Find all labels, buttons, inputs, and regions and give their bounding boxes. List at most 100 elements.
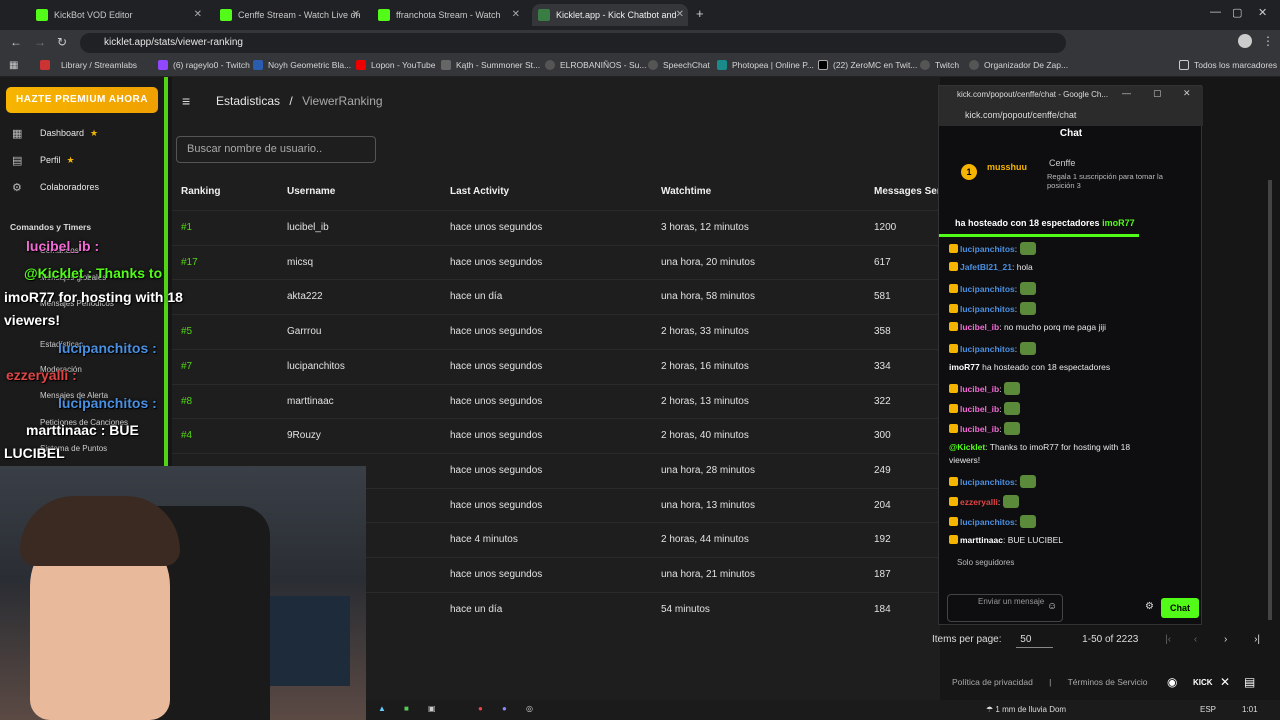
last-page-icon[interactable]: ›| — [1254, 634, 1260, 645]
chat-username[interactable]: marttinaac — [960, 535, 1003, 545]
column-header-last-activity[interactable]: Last Activity — [450, 186, 509, 197]
username-search-input[interactable]: Buscar nombre de usuario.. — [176, 136, 376, 163]
bookmark-item[interactable]: SpeechChat — [648, 60, 710, 70]
close-icon[interactable]: ✕ — [676, 9, 684, 20]
menu-icon[interactable]: ⋮ — [1262, 34, 1274, 48]
browser-tab[interactable]: Cenffe Stream - Watch Live on ✕ — [214, 4, 364, 26]
bookmark-item[interactable]: Organizador De Zap... — [969, 60, 1068, 70]
chat-message[interactable]: lucipanchitos: — [949, 302, 1036, 315]
chat-message[interactable]: viewers! — [949, 455, 980, 465]
browser-tab[interactable]: KickBot VOD Editor ✕ — [30, 4, 206, 26]
chat-message[interactable]: @Kicklet: Thanks to imoR77 for hosting w… — [949, 442, 1130, 452]
close-icon[interactable]: ✕ — [512, 9, 520, 20]
all-bookmarks[interactable]: Todos los marcadores — [1179, 60, 1277, 70]
close-window-icon[interactable]: ✕ — [1258, 6, 1267, 19]
bookmark-item[interactable]: Photopea | Online P... — [717, 60, 814, 70]
chat-username[interactable]: lucibel_ib — [960, 322, 999, 332]
table-row[interactable]: #4 9Rouzy hace unos segundos 2 horas, 40 mi… — [172, 418, 940, 452]
emote-icon[interactable]: ☺ — [1047, 601, 1057, 612]
terms-link[interactable]: Términos de Servicio — [1068, 677, 1148, 687]
table-row[interactable]: #8 marttinaac hace unos segundos 2 horas, 1… — [172, 383, 940, 418]
column-header-messages[interactable]: Messages Ser — [874, 186, 941, 197]
bookmark-item[interactable]: (22) ZeroMC en Twit... — [818, 60, 917, 70]
chat-username[interactable]: lucibel_ib — [960, 404, 999, 414]
bookmark-item[interactable]: Library / Streamlabs — [40, 60, 137, 70]
bookmark-item[interactable]: Twitch — [920, 60, 959, 70]
taskbar-app-icon[interactable]: ■ — [404, 704, 409, 713]
chat-username[interactable]: lucibel_ib — [960, 424, 999, 434]
chat-username[interactable]: lucipanchitos — [960, 517, 1015, 527]
weather-widget[interactable]: ☂ 1 mm de lluvia Dom — [986, 705, 1066, 714]
table-row[interactable]: #1 lucibel_ib hace unos segundos 3 horas, 1… — [172, 210, 940, 244]
avatar[interactable] — [1238, 34, 1252, 48]
premium-button[interactable]: HAZTE PREMIUM AHORA — [6, 87, 158, 113]
close-icon[interactable]: ✕ — [1183, 88, 1191, 99]
chat-message[interactable]: marttinaac: BUE LUCIBEL — [949, 535, 1063, 545]
x-icon[interactable]: ✕ — [1220, 675, 1230, 689]
chat-username[interactable]: imoR77 — [949, 362, 980, 372]
bookmark-item[interactable]: Lopon - YouTube — [356, 60, 435, 70]
new-tab-icon[interactable]: + — [696, 6, 704, 21]
chat-username[interactable]: @Kicklet — [949, 442, 985, 452]
chat-username[interactable]: lucibel_ib — [960, 384, 999, 394]
language-indicator[interactable]: ESP — [1200, 705, 1216, 714]
taskbar-app-icon[interactable]: ◎ — [526, 704, 533, 713]
chat-message[interactable]: ezzeryalli: — [949, 495, 1019, 508]
column-header-username[interactable]: Username — [287, 186, 335, 197]
column-header-ranking[interactable]: Ranking — [181, 186, 220, 197]
forward-icon[interactable]: → — [34, 35, 46, 49]
column-header-watchtime[interactable]: Watchtime — [661, 186, 711, 197]
apps-grid-icon[interactable]: ▦ — [9, 60, 18, 71]
minimize-icon[interactable]: — — [1122, 88, 1131, 98]
browser-tab-active[interactable]: Kicklet.app - Kick Chatbot and ✕ — [532, 4, 688, 26]
table-row[interactable]: #7 lucipanchitos hace unos segundos 2 horas… — [172, 348, 940, 383]
chat-message[interactable]: lucipanchitos: — [949, 342, 1036, 355]
chat-message[interactable]: lucipanchitos: — [949, 242, 1036, 255]
chat-message-input[interactable]: Enviar un mensaje — [947, 594, 1063, 622]
clock[interactable]: 1:01 — [1242, 705, 1258, 714]
chat-username[interactable]: lucipanchitos — [960, 477, 1015, 487]
chat-username[interactable]: lucipanchitos — [960, 304, 1015, 314]
discord-icon[interactable]: ◉ — [1167, 675, 1177, 689]
settings-icon[interactable]: ⚙ — [1145, 601, 1154, 612]
browser-tab[interactable]: ffranchota Stream - Watch ✕ — [372, 4, 524, 26]
close-icon[interactable]: ✕ — [352, 9, 360, 20]
chat-username[interactable]: lucipanchitos — [960, 344, 1015, 354]
page-scrollbar[interactable] — [1268, 180, 1272, 620]
reload-icon[interactable]: ↻ — [57, 35, 67, 49]
table-row[interactable]: #5 Garrrou hace unos segundos 2 horas, 33 m… — [172, 314, 940, 348]
maximize-icon[interactable]: ▢ — [1232, 6, 1242, 19]
table-row[interactable]: #17 micsq hace unos segundos una hora, 20 m… — [172, 244, 940, 279]
prev-page-icon[interactable]: ‹ — [1194, 634, 1197, 645]
bookmark-item[interactable]: (6) rageylo0 - Twitch — [158, 60, 250, 70]
sidebar-item-dashboard[interactable]: ▦ Dashboard ★ — [12, 127, 98, 141]
bookmark-item[interactable]: Kąth - Summoner St... — [441, 60, 540, 70]
chat-message[interactable]: lucibel_ib: no mucho porq me paga jiji — [949, 322, 1106, 332]
document-icon[interactable]: ▤ — [1244, 675, 1255, 689]
chat-username[interactable]: ezzeryalli — [960, 497, 998, 507]
sidebar-item-profile[interactable]: ▤ Perfil ★ — [12, 154, 75, 168]
minimize-icon[interactable]: — — [1210, 6, 1221, 18]
url-input[interactable]: kicklet.app/stats/viewer-ranking — [80, 33, 1066, 53]
taskbar-app-icon[interactable]: ▲ — [378, 704, 386, 713]
chrome-icon[interactable]: ● — [478, 704, 483, 713]
chat-message[interactable]: lucibel_ib: — [949, 402, 1020, 415]
taskbar-app-icon[interactable]: ● — [502, 704, 507, 713]
pinned-user[interactable]: musshuu — [987, 162, 1027, 172]
chat-message[interactable]: lucibel_ib: — [949, 422, 1020, 435]
chat-username[interactable]: lucipanchitos — [960, 244, 1015, 254]
maximize-icon[interactable]: ▢ — [1153, 88, 1162, 99]
back-icon[interactable]: ← — [10, 35, 22, 49]
bookmark-item[interactable]: ELROBANIÑOS - Su... — [545, 60, 646, 70]
chat-message[interactable]: lucibel_ib: — [949, 382, 1020, 395]
kick-icon[interactable]: KICK — [1193, 678, 1213, 687]
privacy-link[interactable]: Política de privacidad — [952, 677, 1033, 687]
next-page-icon[interactable]: › — [1224, 634, 1227, 645]
send-chat-button[interactable]: Chat — [1161, 598, 1199, 618]
close-icon[interactable]: ✕ — [194, 9, 202, 20]
chat-username[interactable]: lucipanchitos — [960, 284, 1015, 294]
chat-message[interactable]: lucipanchitos: — [949, 282, 1036, 295]
hamburger-menu-icon[interactable]: ≡ — [182, 93, 190, 109]
bookmark-item[interactable]: Noyh Geometric Bla... — [253, 60, 351, 70]
breadcrumb-item[interactable]: Estadisticas — [216, 94, 280, 108]
